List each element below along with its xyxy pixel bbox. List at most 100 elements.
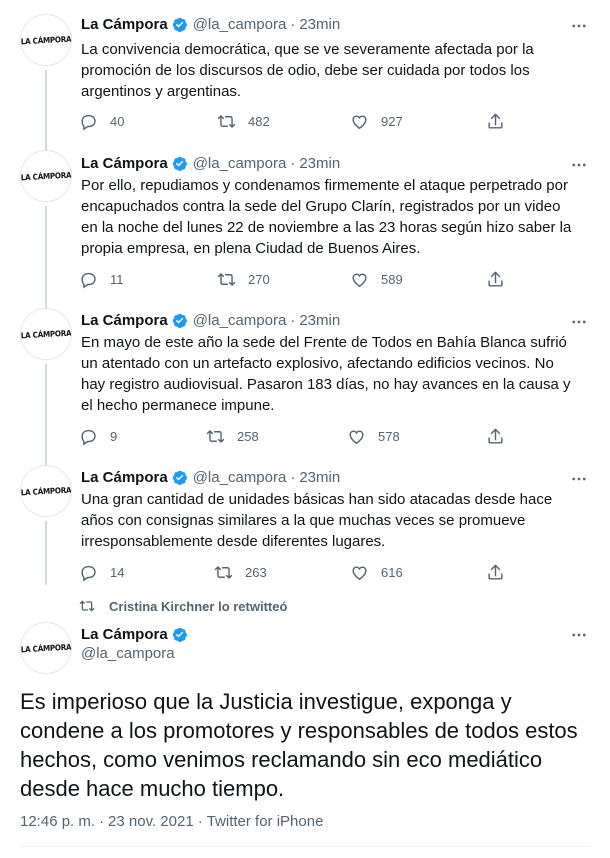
more-options-icon[interactable] (570, 17, 588, 35)
tweet-header: La Cámpora (81, 624, 188, 644)
heart-icon (352, 115, 367, 129)
share-button[interactable] (486, 425, 505, 447)
thread-line (45, 206, 47, 310)
tweet-text: En mayo de este año la sede del Frente d… (81, 334, 571, 414)
display-name[interactable]: La Cámpora (81, 469, 168, 486)
handle[interactable]: @la_campora (193, 16, 287, 33)
thread-line (45, 364, 47, 466)
display-name[interactable]: La Cámpora (81, 16, 168, 33)
like-count: 616 (381, 564, 403, 580)
tweet-text: Por ello, repudiamos y condenamos firmem… (81, 177, 572, 257)
share-button[interactable] (486, 268, 505, 290)
tweet-source[interactable]: Twitter for iPhone (207, 813, 324, 830)
share-icon (488, 564, 503, 580)
reply-icon (81, 114, 96, 130)
retweet-context[interactable]: Cristina Kirchner lo retwitteó (79, 598, 287, 614)
retweet-button[interactable]: 270 (217, 268, 270, 290)
retweet-icon (217, 114, 236, 128)
reply-button[interactable]: 14 (79, 561, 124, 583)
retweet-context-label: Cristina Kirchner lo retwitteó (109, 598, 288, 614)
handle[interactable]: @la_campora (81, 645, 175, 662)
share-button[interactable] (486, 561, 505, 583)
separator: · (290, 154, 296, 172)
more-options-icon[interactable] (570, 156, 588, 174)
timestamp[interactable]: 23min (299, 16, 340, 33)
avatar[interactable]: LA CÁMPORA (20, 465, 72, 517)
tweet-actions: 40 482 927 (79, 110, 519, 132)
like-count: 589 (381, 271, 403, 287)
like-button[interactable]: 578 (347, 425, 400, 447)
retweet-icon (214, 565, 233, 579)
share-icon (488, 113, 503, 129)
tweet-actions: 14 263 616 (79, 561, 519, 583)
retweet-button[interactable]: 482 (217, 110, 270, 132)
heart-icon (352, 273, 367, 287)
reply-button[interactable]: 40 (79, 110, 124, 132)
reply-button[interactable]: 9 (79, 425, 117, 447)
avatar[interactable]: LA CÁMPORA (20, 14, 72, 66)
retweet-count: 263 (245, 564, 267, 580)
verified-badge-icon (172, 17, 187, 32)
handle[interactable]: @la_campora (193, 312, 287, 329)
like-button[interactable]: 589 (350, 268, 403, 290)
avatar[interactable]: LA CÁMPORA (20, 622, 72, 674)
avatar-logo-text: LA CÁMPORA (20, 485, 72, 497)
separator: · (197, 813, 203, 830)
avatar-logo-text: LA CÁMPORA (20, 34, 72, 46)
heart-icon (349, 430, 364, 444)
verified-badge-icon (172, 627, 187, 642)
heart-icon (352, 566, 367, 580)
like-button[interactable]: 927 (350, 110, 403, 132)
display-name[interactable]: La Cámpora (81, 312, 168, 329)
avatar-logo-text: LA CÁMPORA (20, 642, 72, 654)
timestamp[interactable]: 23min (299, 155, 340, 172)
reply-count: 9 (110, 428, 118, 444)
reply-count: 14 (110, 564, 125, 580)
retweet-count: 482 (248, 113, 270, 129)
separator: · (290, 15, 296, 33)
main-tweet-text: Es imperioso que la Justicia investigue,… (20, 689, 578, 801)
like-button[interactable]: 616 (350, 561, 403, 583)
tweet-date[interactable]: 23 nov. 2021 (108, 813, 194, 830)
tweet-actions: 11 270 589 (79, 268, 519, 290)
share-button[interactable] (486, 110, 505, 132)
more-options-icon[interactable] (570, 626, 588, 644)
reply-icon (81, 565, 96, 581)
retweet-button[interactable]: 263 (214, 561, 267, 583)
thread-line (45, 521, 47, 585)
tweet-text: Una gran cantidad de unidades básicas ha… (81, 491, 553, 550)
reply-icon (81, 429, 96, 445)
handle[interactable]: @la_campora (193, 469, 287, 486)
more-options-icon[interactable] (570, 313, 588, 331)
avatar[interactable]: LA CÁMPORA (20, 308, 72, 360)
separator: · (99, 813, 105, 830)
reply-icon (81, 272, 96, 288)
verified-badge-icon (172, 313, 187, 328)
display-name[interactable]: La Cámpora (81, 626, 168, 643)
handle[interactable]: @la_campora (193, 155, 287, 172)
timestamp[interactable]: 23min (299, 469, 340, 486)
retweet-count: 270 (248, 271, 270, 287)
reply-button[interactable]: 11 (79, 268, 124, 290)
verified-badge-icon (172, 156, 187, 171)
avatar[interactable]: LA CÁMPORA (20, 150, 72, 202)
retweet-button[interactable]: 258 (206, 425, 259, 447)
like-count: 927 (381, 113, 403, 129)
reply-count: 40 (110, 113, 125, 129)
reply-count: 11 (110, 271, 124, 287)
tweet-text: La convivencia democrática, que se ve se… (81, 41, 534, 100)
tweet-actions: 9 258 578 (79, 425, 519, 447)
tweet-header: La Cámpora @la_campora · 23min (81, 310, 340, 330)
display-name[interactable]: La Cámpora (81, 155, 168, 172)
retweet-icon (206, 429, 225, 443)
tweet-header: La Cámpora @la_campora · 23min (81, 153, 340, 173)
avatar-logo-text: LA CÁMPORA (20, 328, 72, 340)
like-count: 578 (378, 428, 400, 444)
tweet-time[interactable]: 12:46 p. m. (20, 813, 95, 830)
more-options-icon[interactable] (570, 470, 588, 488)
retweet-icon (217, 272, 236, 286)
share-icon (488, 428, 503, 444)
divider (20, 846, 590, 847)
thread-line (45, 70, 47, 158)
timestamp[interactable]: 23min (299, 312, 340, 329)
